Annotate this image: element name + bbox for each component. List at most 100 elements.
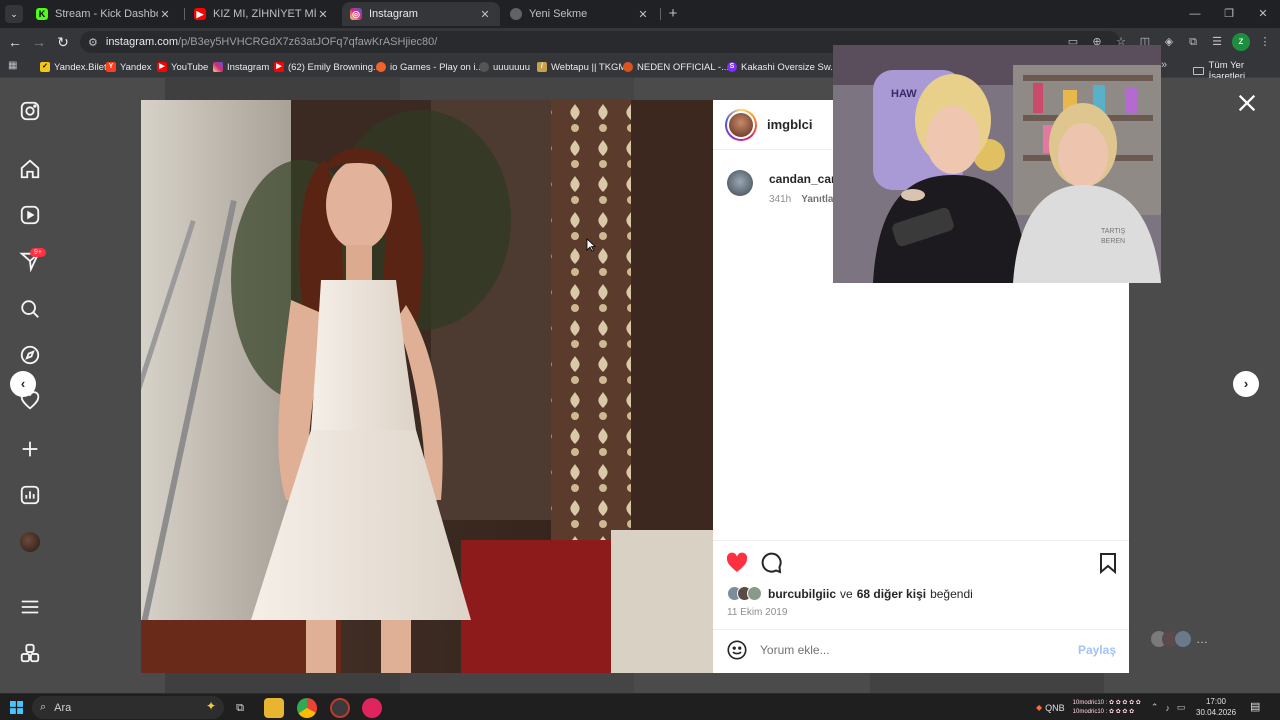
bookmark-label: Yandex.Bilet <box>54 61 107 73</box>
bookmark-label: Webtapu || TKGM <box>551 61 627 73</box>
create-icon[interactable] <box>19 438 41 460</box>
minimize-icon[interactable]: — <box>1178 0 1212 28</box>
close-window-icon[interactable]: ✕ <box>1246 0 1280 28</box>
tab-new-tab[interactable]: Yeni Sekme ✕ <box>502 2 658 26</box>
close-tab-icon[interactable]: ✕ <box>158 8 172 21</box>
site-info-icon[interactable]: ⚙ <box>88 36 98 49</box>
bookmark-label: uuuuuuu <box>493 61 530 73</box>
taskbar-search-input[interactable] <box>54 701 165 714</box>
tab-instagram[interactable]: ◎ Instagram ✕ <box>342 2 500 26</box>
likes-others-count[interactable]: 68 diğer kişi <box>857 587 926 601</box>
bookmarks-overflow-icon[interactable]: » <box>1161 59 1167 71</box>
new-tab-button[interactable]: + <box>664 5 682 23</box>
bookmark-label: YouTube <box>171 61 209 73</box>
close-tab-icon[interactable]: ✕ <box>316 8 330 21</box>
tab-kick-dashboard[interactable]: K Stream - Kick Dashboard ✕ <box>28 2 180 26</box>
bookmark-item[interactable]: S Kakashi Oversize Sw... <box>727 60 838 74</box>
bookmark-label: NEDEN OFFICIAL -... <box>637 61 730 73</box>
more-dots-icon[interactable]: … <box>1196 632 1208 646</box>
chrome-icon <box>510 8 522 20</box>
search-icon[interactable] <box>19 298 41 320</box>
neden-icon <box>623 62 633 72</box>
widget-tile-icon[interactable]: ◆ <box>1036 703 1042 712</box>
comment-item: candan_canc 341h Yanıtla <box>727 170 845 205</box>
notification-center-icon[interactable]: ▤ <box>1250 700 1260 713</box>
likes-connector: ve <box>840 586 853 601</box>
bookmark-item[interactable]: io Games - Play on i... <box>376 60 483 74</box>
task-view-icon[interactable]: ⧉ <box>230 698 250 718</box>
mouse-cursor-icon <box>586 238 596 252</box>
post-author-username[interactable]: imgblci <box>767 117 813 132</box>
previous-post-button[interactable]: ‹ <box>10 371 36 397</box>
bookmark-item[interactable]: NEDEN OFFICIAL -... <box>623 60 729 74</box>
close-modal-icon[interactable] <box>1236 92 1258 114</box>
background-liker-stack: … <box>1150 630 1208 648</box>
more-menu-icon[interactable] <box>19 596 41 618</box>
bookmark-item[interactable]: Y Yandex <box>106 60 152 74</box>
profile-avatar[interactable] <box>20 532 40 552</box>
instagram-logo-icon[interactable] <box>19 100 41 122</box>
close-tab-icon[interactable]: ✕ <box>636 8 650 21</box>
dashboard-icon[interactable] <box>19 484 41 506</box>
author-avatar[interactable] <box>725 108 757 141</box>
reply-button[interactable]: Yanıtla <box>801 194 833 205</box>
close-tab-icon[interactable]: ✕ <box>478 8 492 21</box>
windows-start-icon[interactable] <box>10 701 23 714</box>
obs-icon[interactable] <box>330 698 350 718</box>
url-text: instagram.com/p/B3ey5HVHCRGdX7z63atJOFq7… <box>105 36 438 48</box>
next-post-button[interactable]: › <box>1233 371 1259 397</box>
tab-search-button[interactable]: ⌄ <box>5 5 23 23</box>
opera-icon[interactable] <box>362 698 382 718</box>
bookmark-item[interactable]: ▶ (62) Emily Browning... <box>274 60 381 74</box>
comment-time: 341h <box>769 194 792 205</box>
apps-grid-icon[interactable]: ▦ <box>8 60 20 72</box>
first-liker-username[interactable]: burcubilgiic <box>768 587 836 601</box>
taskbar-clock[interactable]: 17:00 30.04.2026 <box>1196 696 1236 718</box>
network-icon[interactable]: ▭ <box>1177 702 1186 713</box>
menu-dots-icon[interactable]: ⋮ <box>1256 33 1274 51</box>
profile-avatar[interactable]: z <box>1232 33 1250 51</box>
file-explorer-icon[interactable] <box>264 698 284 718</box>
home-icon[interactable] <box>19 158 41 180</box>
chrome-icon[interactable] <box>297 698 317 718</box>
emoji-icon[interactable] <box>726 639 748 661</box>
tab-youtube-video[interactable]: ▶ KIZ MI, ZİHNİYET Mİ? ÇİRKİN D ✕ <box>186 2 338 26</box>
tab-title: Instagram <box>369 8 418 20</box>
bookmark-label: Kakashi Oversize Sw... <box>741 61 839 73</box>
save-bookmark-icon[interactable] <box>1096 551 1120 575</box>
bookmark-item[interactable]: Instagram <box>213 60 269 74</box>
weather-widget-label[interactable]: QNB <box>1045 703 1065 713</box>
reload-icon[interactable]: ↻ <box>54 33 72 51</box>
comment-bubble-icon[interactable] <box>759 551 783 575</box>
back-icon[interactable]: ← <box>6 33 24 51</box>
extensions-puzzle-icon[interactable]: ⧉ <box>1184 33 1202 51</box>
post-photo <box>141 100 713 673</box>
volume-icon[interactable]: ♪ <box>1165 703 1170 713</box>
tkgm-icon: / <box>537 62 547 72</box>
shield-icon[interactable]: ◈ <box>1160 33 1178 51</box>
bookmark-item[interactable]: ✓ Yandex.Bilet <box>40 60 107 74</box>
reels-icon[interactable] <box>19 204 41 226</box>
comment-input[interactable] <box>760 643 1078 657</box>
liker-avatar <box>747 586 762 601</box>
restore-icon[interactable]: ❐ <box>1212 0 1246 28</box>
bookmark-label: (62) Emily Browning... <box>288 61 381 73</box>
bookmark-item[interactable]: ▶ YouTube <box>157 60 208 74</box>
also-from-meta-icon[interactable] <box>19 642 41 664</box>
chevron-up-icon[interactable]: ⌃ <box>1151 702 1159 713</box>
check-icon: ✓ <box>40 62 50 72</box>
avatar <box>1174 630 1192 648</box>
bookmark-item[interactable]: uuuuuuu <box>479 60 530 74</box>
post-date: 11 Ekim 2019 <box>727 607 788 618</box>
post-comment-button[interactable]: Paylaş <box>1078 643 1116 657</box>
bookmark-label: Instagram <box>227 61 270 73</box>
clock-date: 30.04.2026 <box>1196 708 1237 717</box>
commenter-avatar[interactable] <box>727 170 753 196</box>
like-heart-icon[interactable] <box>725 551 749 575</box>
forward-icon[interactable]: → <box>30 33 48 51</box>
explore-icon[interactable] <box>19 344 41 366</box>
taskbar-search[interactable]: ⌕ ✦ <box>32 696 224 719</box>
reading-list-icon[interactable]: ☰ <box>1208 33 1226 51</box>
bookmark-item[interactable]: / Webtapu || TKGM <box>537 60 626 74</box>
likes-summary[interactable]: burcubilgiic ve 68 diğer kişi beğendi <box>727 586 973 601</box>
